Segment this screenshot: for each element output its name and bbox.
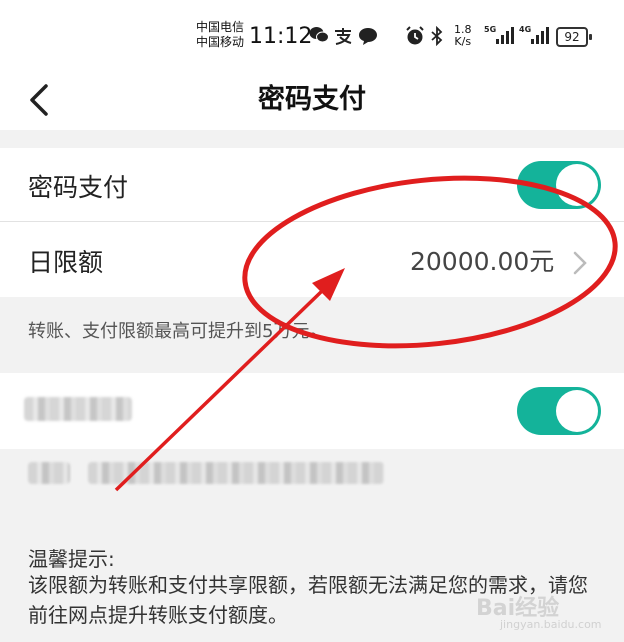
alarm-icon — [406, 26, 424, 45]
bluetooth-icon — [431, 26, 443, 46]
toggle-knob — [556, 164, 598, 206]
speed-unit: K/s — [454, 35, 472, 48]
clock: 11:12 — [249, 24, 313, 49]
tips-title: 温馨提示: — [28, 547, 115, 571]
nav-bar: 密码支付 — [0, 70, 624, 130]
page-title: 密码支付 — [258, 84, 366, 115]
password-pay-label: 密码支付 — [28, 173, 129, 202]
alipay-icon — [335, 28, 352, 45]
toggle-knob — [556, 390, 598, 432]
signal-icon-2: 4G — [519, 25, 549, 44]
daily-limit-label: 日限额 — [28, 248, 104, 277]
chevron-right-icon — [573, 251, 587, 275]
network-speed: 1.8 K/s — [454, 24, 472, 48]
signal-1-label: 5G — [484, 25, 496, 34]
carrier-2: 中国移动 — [196, 35, 245, 49]
daily-limit-value: 20000.00元 — [410, 247, 555, 276]
carrier-1: 中国电信 — [196, 20, 245, 34]
wechat-icon — [309, 27, 329, 43]
battery-icon: 92 — [556, 27, 592, 47]
redacted-hint-part-1 — [28, 462, 70, 484]
redacted-hint-part-2 — [88, 462, 384, 484]
limit-hint: 转账、支付限额最高可提升到5万元。 — [28, 321, 328, 342]
blurred-setting-toggle[interactable] — [517, 387, 601, 435]
password-pay-toggle[interactable] — [517, 161, 601, 209]
password-pay-row: 密码支付 — [0, 148, 624, 221]
message-icon — [359, 28, 377, 45]
redacted-label — [24, 397, 132, 421]
status-bar: 中国电信 中国移动 11:12 1.8 K/s 5G 4G 92 — [0, 0, 624, 70]
watermark-url: jingyan.baidu.com — [500, 618, 602, 631]
blurred-setting-row — [0, 373, 624, 449]
carrier-labels: 中国电信 中国移动 — [196, 20, 244, 50]
signal-2-label: 4G — [519, 25, 531, 34]
signal-icon: 5G — [484, 25, 514, 44]
